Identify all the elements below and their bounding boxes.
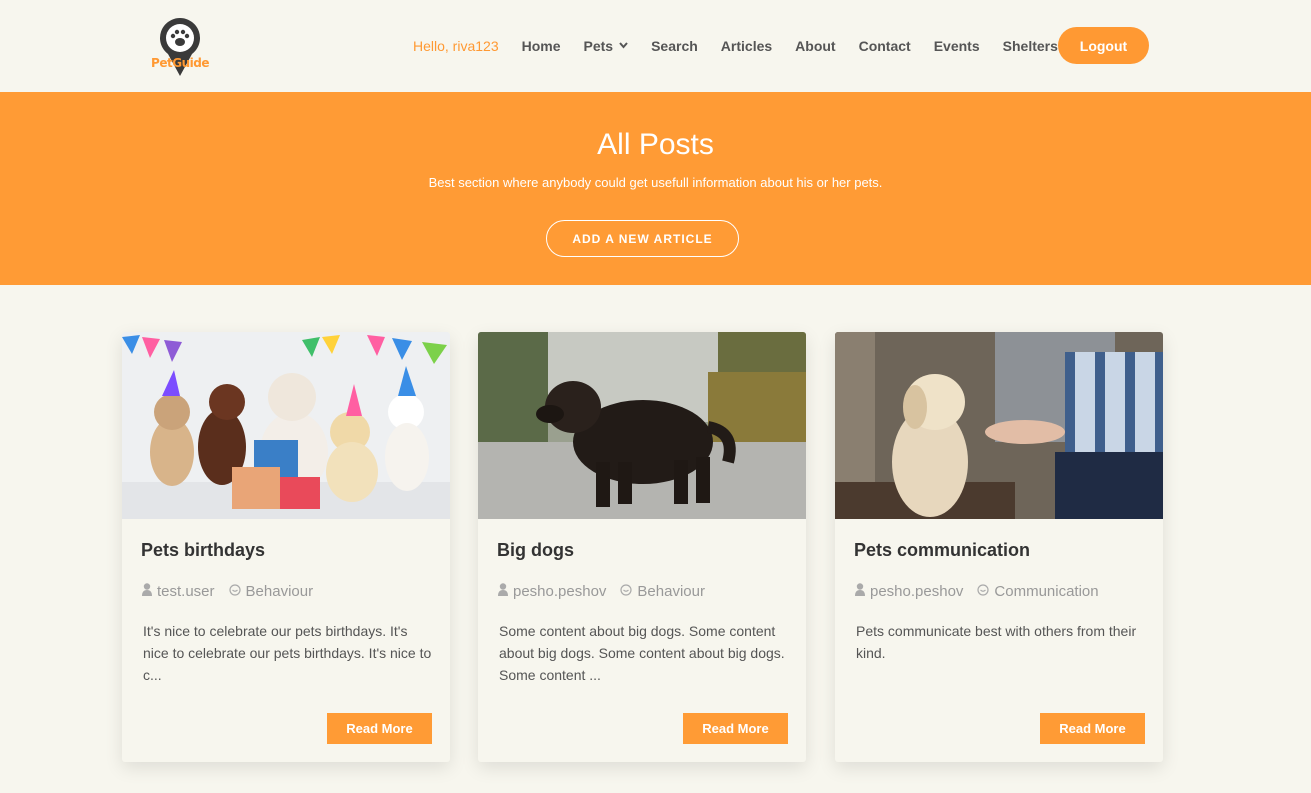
nav-shelters[interactable]: Shelters	[1003, 38, 1058, 54]
page-subtitle: Best section where anybody could get use…	[428, 175, 883, 190]
post-category-label: Communication	[994, 583, 1099, 600]
post-meta: pesho.peshov Behaviour	[498, 583, 705, 600]
post-title[interactable]: Pets birthdays	[141, 540, 265, 561]
read-more-button[interactable]: Read More	[683, 713, 788, 744]
post-category[interactable]: Communication	[977, 583, 1099, 600]
post-category[interactable]: Behaviour	[228, 583, 314, 600]
user-icon	[142, 583, 152, 600]
user-greeting[interactable]: Hello, riva123	[413, 38, 499, 54]
nav-contact[interactable]: Contact	[859, 38, 911, 54]
nav-pets[interactable]: Pets	[584, 38, 629, 54]
post-author[interactable]: pesho.peshov	[513, 583, 606, 600]
post-title[interactable]: Big dogs	[497, 540, 574, 561]
page-title: All Posts	[597, 128, 714, 161]
nav-articles[interactable]: Articles	[721, 38, 772, 54]
post-category-label: Behaviour	[637, 583, 705, 600]
post-excerpt: Some content about big dogs. Some conten…	[499, 623, 785, 683]
post-category[interactable]: Behaviour	[620, 583, 705, 600]
post-author[interactable]: pesho.peshov	[870, 583, 963, 600]
read-more-button[interactable]: Read More	[327, 713, 432, 744]
user-icon	[855, 583, 865, 600]
post-card: Pets communication pesho.peshov Communic…	[835, 332, 1163, 762]
user-icon	[498, 583, 508, 600]
nav-pets-label: Pets	[583, 38, 614, 54]
chevron-down-icon	[619, 41, 628, 52]
post-image[interactable]	[122, 332, 450, 519]
site-logo[interactable]: PetGuide	[138, 14, 222, 80]
add-article-button[interactable]: ADD A NEW ARTICLE	[546, 220, 739, 257]
post-card: Big dogs pesho.peshov Behaviour Some con…	[478, 332, 806, 762]
post-title[interactable]: Pets communication	[854, 540, 1030, 561]
logout-button[interactable]: Logout	[1058, 27, 1149, 64]
clock-icon	[977, 583, 990, 600]
post-excerpt: Pets communicate best with others from t…	[856, 623, 1137, 661]
nav-search[interactable]: Search	[651, 38, 698, 54]
clock-icon	[228, 583, 241, 600]
post-category-label: Behaviour	[245, 583, 314, 600]
site-header: PetGuide Hello, riva123 Home Pets Search…	[0, 0, 1311, 92]
hero-banner: All Posts Best section where anybody cou…	[0, 92, 1311, 285]
post-excerpt: It's nice to celebrate our pets birthday…	[143, 623, 432, 683]
post-author[interactable]: test.user	[157, 583, 215, 600]
post-meta: test.user Behaviour	[142, 583, 313, 600]
nav-about[interactable]: About	[795, 38, 835, 54]
clock-icon	[620, 583, 633, 600]
read-more-button[interactable]: Read More	[1040, 713, 1145, 744]
post-card: Pets birthdays test.user Behaviour It's …	[122, 332, 450, 762]
nav-events[interactable]: Events	[934, 38, 980, 54]
logo-text: PetGuide	[151, 56, 209, 70]
post-meta: pesho.peshov Communication	[855, 583, 1099, 600]
map-pin-paw-icon	[160, 18, 200, 76]
post-image[interactable]	[835, 332, 1163, 519]
nav-home[interactable]: Home	[522, 38, 561, 54]
post-image[interactable]	[478, 332, 806, 519]
main-nav: Hello, riva123 Home Pets Search Articles…	[400, 0, 1081, 92]
